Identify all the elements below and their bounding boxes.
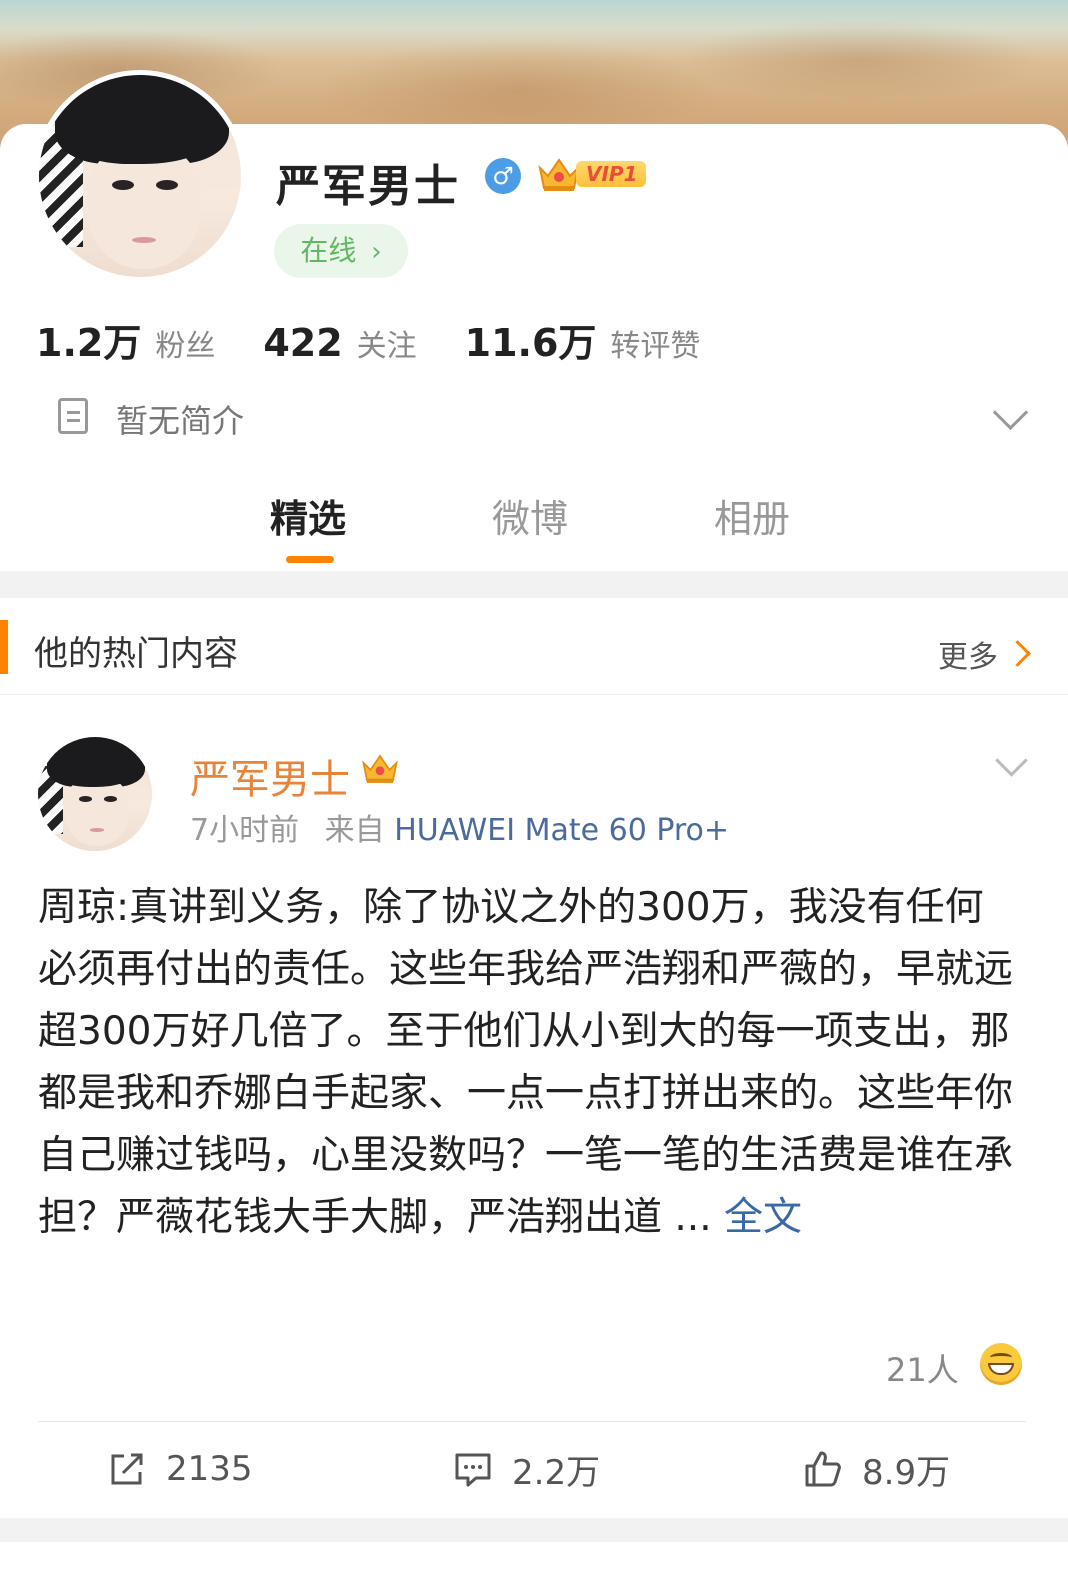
- stat-value: 1.2万: [36, 321, 142, 365]
- post-card: 严军男士 7小时前 来自 HUAWEI Mate 60 Pro+ 周琼:真讲到义…: [0, 695, 1068, 1518]
- bio-row[interactable]: 暂无简介: [58, 394, 1038, 444]
- thumbs-up-icon: [805, 1451, 841, 1487]
- section-title: 他的热门内容: [34, 634, 238, 674]
- active-tab-indicator: [286, 556, 334, 563]
- post-body[interactable]: 周琼:真讲到义务，除了协议之外的300万，我没有任何必须再付出的责任。这些年我给…: [38, 877, 1018, 1249]
- comment-button[interactable]: 2.2万: [452, 1447, 601, 1493]
- reaction-count: 21人: [886, 1351, 959, 1389]
- more-link[interactable]: 更多: [938, 632, 998, 676]
- stat-value: 11.6万: [464, 321, 597, 365]
- stat-value: 422: [263, 321, 343, 365]
- divider: [38, 1421, 1026, 1422]
- repost-button[interactable]: 2135: [106, 1447, 253, 1491]
- grin-emoji-icon: [980, 1343, 1022, 1385]
- profile-username: 严军男士: [276, 161, 460, 212]
- post-source[interactable]: HUAWEI Mate 60 Pro+: [394, 813, 729, 848]
- avatar-image: [38, 737, 152, 851]
- tab-album[interactable]: 相册: [714, 488, 790, 543]
- post-time: 7小时前: [190, 813, 300, 848]
- repost-icon: [111, 1453, 143, 1485]
- online-status-button[interactable]: 在线 ›: [274, 224, 408, 278]
- post-text: 周琼:真讲到义务，除了协议之外的300万，我没有任何必须再付出的责任。这些年我给…: [38, 885, 1014, 1240]
- stat-interactions[interactable]: 11.6万 转评赞: [465, 312, 701, 367]
- post-author-avatar[interactable]: [38, 737, 152, 851]
- repost-count: 2135: [166, 1449, 253, 1489]
- profile-avatar[interactable]: [34, 70, 246, 282]
- stat-label: 转评赞: [610, 329, 701, 364]
- stat-label: 粉丝: [155, 329, 216, 364]
- stat-followers[interactable]: 1.2万 粉丝: [36, 312, 215, 367]
- online-label: 在线: [300, 234, 357, 267]
- read-full-link[interactable]: 全文: [724, 1195, 802, 1240]
- comment-count: 2.2万: [512, 1452, 601, 1493]
- like-count: 8.9万: [862, 1452, 951, 1493]
- stat-following[interactable]: 422 关注: [263, 321, 416, 365]
- chevron-down-icon[interactable]: [995, 744, 1028, 777]
- comment-icon: [455, 1453, 491, 1487]
- profile-tabs: 精选 微博 相册: [0, 488, 1068, 568]
- chevron-down-icon[interactable]: [992, 394, 1029, 431]
- post-source-prefix: 来自: [324, 813, 385, 848]
- bio-text: 暂无简介: [116, 402, 245, 440]
- document-icon: [58, 398, 88, 434]
- stat-label: 关注: [356, 329, 417, 364]
- avatar-image: [39, 75, 241, 277]
- tab-featured[interactable]: 精选: [270, 488, 346, 543]
- post-author-name[interactable]: 严军男士: [190, 747, 350, 805]
- chevron-right-icon[interactable]: [1004, 640, 1031, 667]
- next-card-edge: [0, 1542, 1068, 1577]
- vip-badge[interactable]: VIP1: [536, 156, 646, 194]
- hot-content-header: 他的热门内容 更多: [0, 598, 1068, 695]
- like-button[interactable]: 8.9万: [802, 1447, 951, 1493]
- vip-label: VIP1: [576, 161, 646, 187]
- male-gender-icon: ♂: [485, 158, 521, 194]
- section-accent-bar: [0, 620, 8, 674]
- chevron-right-icon: ›: [371, 237, 382, 267]
- post-meta: 7小时前 来自 HUAWEI Mate 60 Pro+: [190, 805, 729, 849]
- profile-stats: 1.2万 粉丝 422 关注 11.6万 转评赞: [36, 312, 748, 367]
- crown-icon: [362, 754, 398, 783]
- tab-weibo[interactable]: 微博: [492, 488, 568, 543]
